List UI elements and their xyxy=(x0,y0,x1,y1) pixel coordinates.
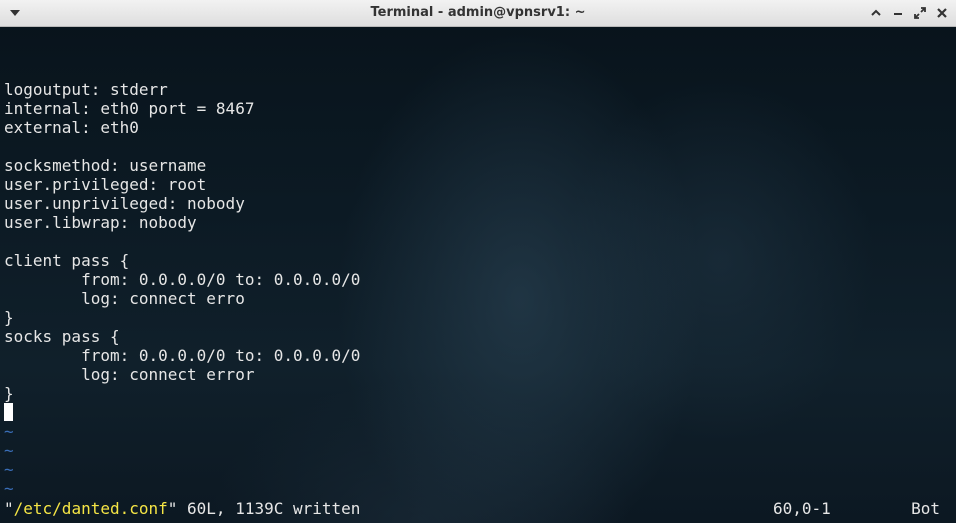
empty-line-marker: ~ xyxy=(4,422,14,441)
editor-line: internal: eth0 port = 8467 xyxy=(4,99,255,118)
editor-line: log: connect error xyxy=(4,365,255,384)
cursor-line xyxy=(4,403,360,422)
editor-line: user.libwrap: nobody xyxy=(4,213,197,232)
editor-line: user.unprivileged: nobody xyxy=(4,194,245,213)
title-bar[interactable]: Terminal - admin@vpnsrv1: ~ xyxy=(0,0,956,27)
status-message: "/etc/danted.conf" 60L, 1139C written xyxy=(4,499,360,518)
window-menu-button[interactable] xyxy=(6,4,24,22)
maximize-icon xyxy=(914,7,926,19)
scroll-position: Bot xyxy=(911,499,940,518)
text-cursor xyxy=(4,403,13,421)
editor-line: } xyxy=(4,308,14,327)
editor-line: user.privileged: root xyxy=(4,175,207,194)
empty-line-marker: ~ xyxy=(4,460,14,479)
editor-line xyxy=(4,137,360,156)
status-filename: /etc/danted.conf xyxy=(13,499,168,518)
editor-line: socks pass { xyxy=(4,327,120,346)
chevron-down-icon xyxy=(10,10,20,16)
cursor-position: 60,0-1 xyxy=(773,499,831,518)
terminal-content[interactable]: logoutput: stderr internal: eth0 port = … xyxy=(0,27,956,523)
editor-line: } xyxy=(4,384,14,403)
editor-line: logoutput: stderr xyxy=(4,80,168,99)
editor-line: from: 0.0.0.0/0 to: 0.0.0.0/0 xyxy=(4,270,361,289)
vim-status-line: "/etc/danted.conf" 60L, 1139C written 60… xyxy=(4,499,948,518)
close-button[interactable] xyxy=(934,4,950,22)
window-controls xyxy=(868,4,950,22)
close-icon xyxy=(937,8,947,18)
editor-line: from: 0.0.0.0/0 to: 0.0.0.0/0 xyxy=(4,346,361,365)
empty-line-marker: ~ xyxy=(4,479,14,498)
chevron-up-icon xyxy=(871,9,881,16)
minimize-button[interactable] xyxy=(890,4,906,22)
status-written: " 60L, 1139C written xyxy=(167,499,361,518)
editor-line xyxy=(4,232,360,251)
editor-line: log: connect erro xyxy=(4,289,245,308)
editor-line: external: eth0 xyxy=(4,118,139,137)
editor-line: socksmethod: username xyxy=(4,156,207,175)
maximize-button[interactable] xyxy=(912,4,928,22)
window-title: Terminal - admin@vpnsrv1: ~ xyxy=(370,5,586,20)
minimize-icon xyxy=(894,13,902,15)
shade-button[interactable] xyxy=(868,4,884,22)
editor-buffer[interactable]: logoutput: stderr internal: eth0 port = … xyxy=(4,80,360,498)
empty-line-marker: ~ xyxy=(4,441,14,460)
status-quote: " xyxy=(4,499,14,518)
editor-line: client pass { xyxy=(4,251,130,270)
terminal-window: Terminal - admin@vpnsrv1: ~ logoutput: s… xyxy=(0,0,956,523)
